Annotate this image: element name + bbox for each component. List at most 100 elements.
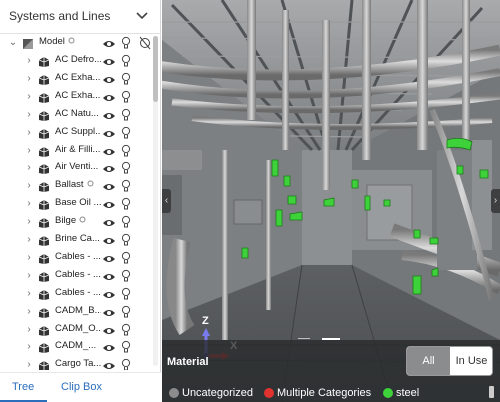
- chevron-right-icon[interactable]: ›: [24, 216, 34, 228]
- lightbulb-icon[interactable]: [121, 144, 131, 158]
- lightbulb-icon[interactable]: [121, 215, 131, 229]
- legend-label: Uncategorized: [182, 387, 253, 399]
- chevron-right-icon[interactable]: ›: [24, 198, 34, 210]
- tree-item-label: Brine Ca...: [55, 233, 100, 244]
- eye-icon[interactable]: [102, 109, 116, 121]
- filter-all-button[interactable]: All: [407, 347, 450, 375]
- lightbulb-icon[interactable]: [121, 269, 131, 283]
- eye-icon[interactable]: [102, 270, 116, 282]
- tree-item[interactable]: › CADM_...: [0, 338, 152, 356]
- isolate-icon[interactable]: [139, 36, 151, 50]
- lightbulb-icon[interactable]: [121, 72, 131, 86]
- lightbulb-icon[interactable]: [121, 251, 131, 265]
- lightbulb-icon[interactable]: [121, 54, 131, 68]
- system-icon: [38, 127, 50, 139]
- tree-item[interactable]: › CADM_B...: [0, 303, 152, 321]
- tree-item[interactable]: › AC Defro...: [0, 52, 152, 70]
- eye-icon[interactable]: [102, 162, 116, 174]
- tree-item[interactable]: › Cables - ...: [0, 267, 152, 285]
- tree-root-row[interactable]: ⌄ Model: [0, 34, 152, 52]
- lightbulb-icon[interactable]: [121, 358, 131, 370]
- lightbulb-icon[interactable]: [121, 233, 131, 247]
- chevron-right-icon[interactable]: ›: [24, 306, 34, 318]
- 3d-viewport[interactable]: ‹ › Z X Material All In Use Uncategor: [162, 0, 500, 402]
- tag-icon: [87, 180, 94, 187]
- eye-icon[interactable]: [102, 288, 116, 300]
- chevron-right-icon[interactable]: ›: [24, 324, 34, 336]
- lightbulb-icon[interactable]: [121, 161, 131, 175]
- tree-item[interactable]: › Air Venti...: [0, 159, 152, 177]
- panel-title: Systems and Lines: [9, 9, 111, 23]
- tree-item[interactable]: › AC Suppl...: [0, 124, 152, 142]
- lightbulb-icon[interactable]: [121, 36, 131, 50]
- eye-icon[interactable]: [102, 234, 116, 246]
- chevron-right-icon[interactable]: ›: [24, 341, 34, 353]
- chevron-right-icon[interactable]: ›: [24, 145, 34, 157]
- tree-item[interactable]: › Cargo Ta...: [0, 356, 152, 370]
- eye-icon[interactable]: [102, 252, 116, 264]
- eye-icon[interactable]: [102, 91, 116, 103]
- chevron-right-icon[interactable]: ›: [24, 234, 34, 246]
- lightbulb-icon[interactable]: [121, 323, 131, 337]
- tab-clip-box[interactable]: Clip Box: [61, 381, 102, 393]
- tree-scrollbar-thumb[interactable]: [153, 36, 158, 102]
- eye-icon[interactable]: [102, 341, 116, 353]
- tree-item[interactable]: › AC Natu...: [0, 106, 152, 124]
- tree-item[interactable]: › Cables - ...: [0, 249, 152, 267]
- tree-item[interactable]: › CADM_O...: [0, 321, 152, 339]
- eye-icon[interactable]: [102, 127, 116, 139]
- chevron-right-icon[interactable]: ›: [24, 252, 34, 264]
- eye-icon[interactable]: [102, 37, 116, 49]
- eye-icon[interactable]: [102, 306, 116, 318]
- viewport-left-toggle[interactable]: ‹: [162, 189, 171, 213]
- legend-label: steel: [396, 387, 420, 399]
- eye-icon[interactable]: [102, 324, 116, 336]
- tree-scrollbar[interactable]: [153, 36, 158, 366]
- chevron-right-icon[interactable]: ›: [24, 270, 34, 282]
- material-title: Material: [167, 356, 209, 368]
- chevron-right-icon[interactable]: ›: [24, 288, 34, 300]
- legend-scrollbar[interactable]: [489, 386, 494, 398]
- lightbulb-icon[interactable]: [121, 197, 131, 211]
- chevron-right-icon[interactable]: ›: [24, 127, 34, 139]
- eye-icon[interactable]: [102, 55, 116, 67]
- tree-item[interactable]: › Bilge: [0, 213, 152, 231]
- system-icon: [38, 216, 50, 229]
- tree-item[interactable]: › Ballast: [0, 177, 152, 195]
- lightbulb-icon[interactable]: [121, 126, 131, 140]
- chevron-down-icon[interactable]: [134, 9, 150, 23]
- chevron-right-icon[interactable]: ›: [24, 162, 34, 174]
- lightbulb-icon[interactable]: [121, 287, 131, 301]
- chevron-right-icon[interactable]: ›: [24, 180, 34, 192]
- tree-item[interactable]: › Base Oil ...: [0, 195, 152, 213]
- lightbulb-icon[interactable]: [121, 305, 131, 319]
- chevron-down-icon[interactable]: ⌄: [8, 37, 18, 49]
- tree-item-label: Air & Filli...: [55, 143, 101, 155]
- tree-item[interactable]: › Air & Filli...: [0, 142, 152, 160]
- eye-icon[interactable]: [102, 73, 116, 85]
- lightbulb-icon[interactable]: [121, 179, 131, 193]
- chevron-right-icon[interactable]: ›: [24, 73, 34, 85]
- system-icon: [38, 180, 50, 193]
- lightbulb-icon[interactable]: [121, 90, 131, 104]
- tag-icon: [79, 216, 86, 223]
- eye-icon[interactable]: [102, 198, 116, 210]
- eye-icon[interactable]: [102, 180, 116, 192]
- tree-item[interactable]: › Cables - ...: [0, 285, 152, 303]
- chevron-right-icon[interactable]: ›: [24, 109, 34, 121]
- chevron-right-icon[interactable]: ›: [24, 91, 34, 103]
- tree-item[interactable]: › AC Exha...: [0, 88, 152, 106]
- tab-tree[interactable]: Tree: [12, 381, 34, 393]
- lightbulb-icon[interactable]: [121, 340, 131, 354]
- filter-in-use-button[interactable]: In Use: [450, 347, 492, 375]
- chevron-right-icon[interactable]: ›: [24, 55, 34, 67]
- viewport-right-toggle[interactable]: ›: [491, 189, 500, 213]
- legend-label: Multiple Categories: [277, 387, 372, 399]
- eye-icon[interactable]: [102, 145, 116, 157]
- lightbulb-icon[interactable]: [121, 108, 131, 122]
- chevron-right-icon[interactable]: ›: [24, 359, 34, 370]
- tree-item[interactable]: › AC Exha...: [0, 70, 152, 88]
- tree-item[interactable]: › Brine Ca...: [0, 231, 152, 249]
- eye-icon[interactable]: [102, 359, 116, 370]
- eye-icon[interactable]: [102, 216, 116, 228]
